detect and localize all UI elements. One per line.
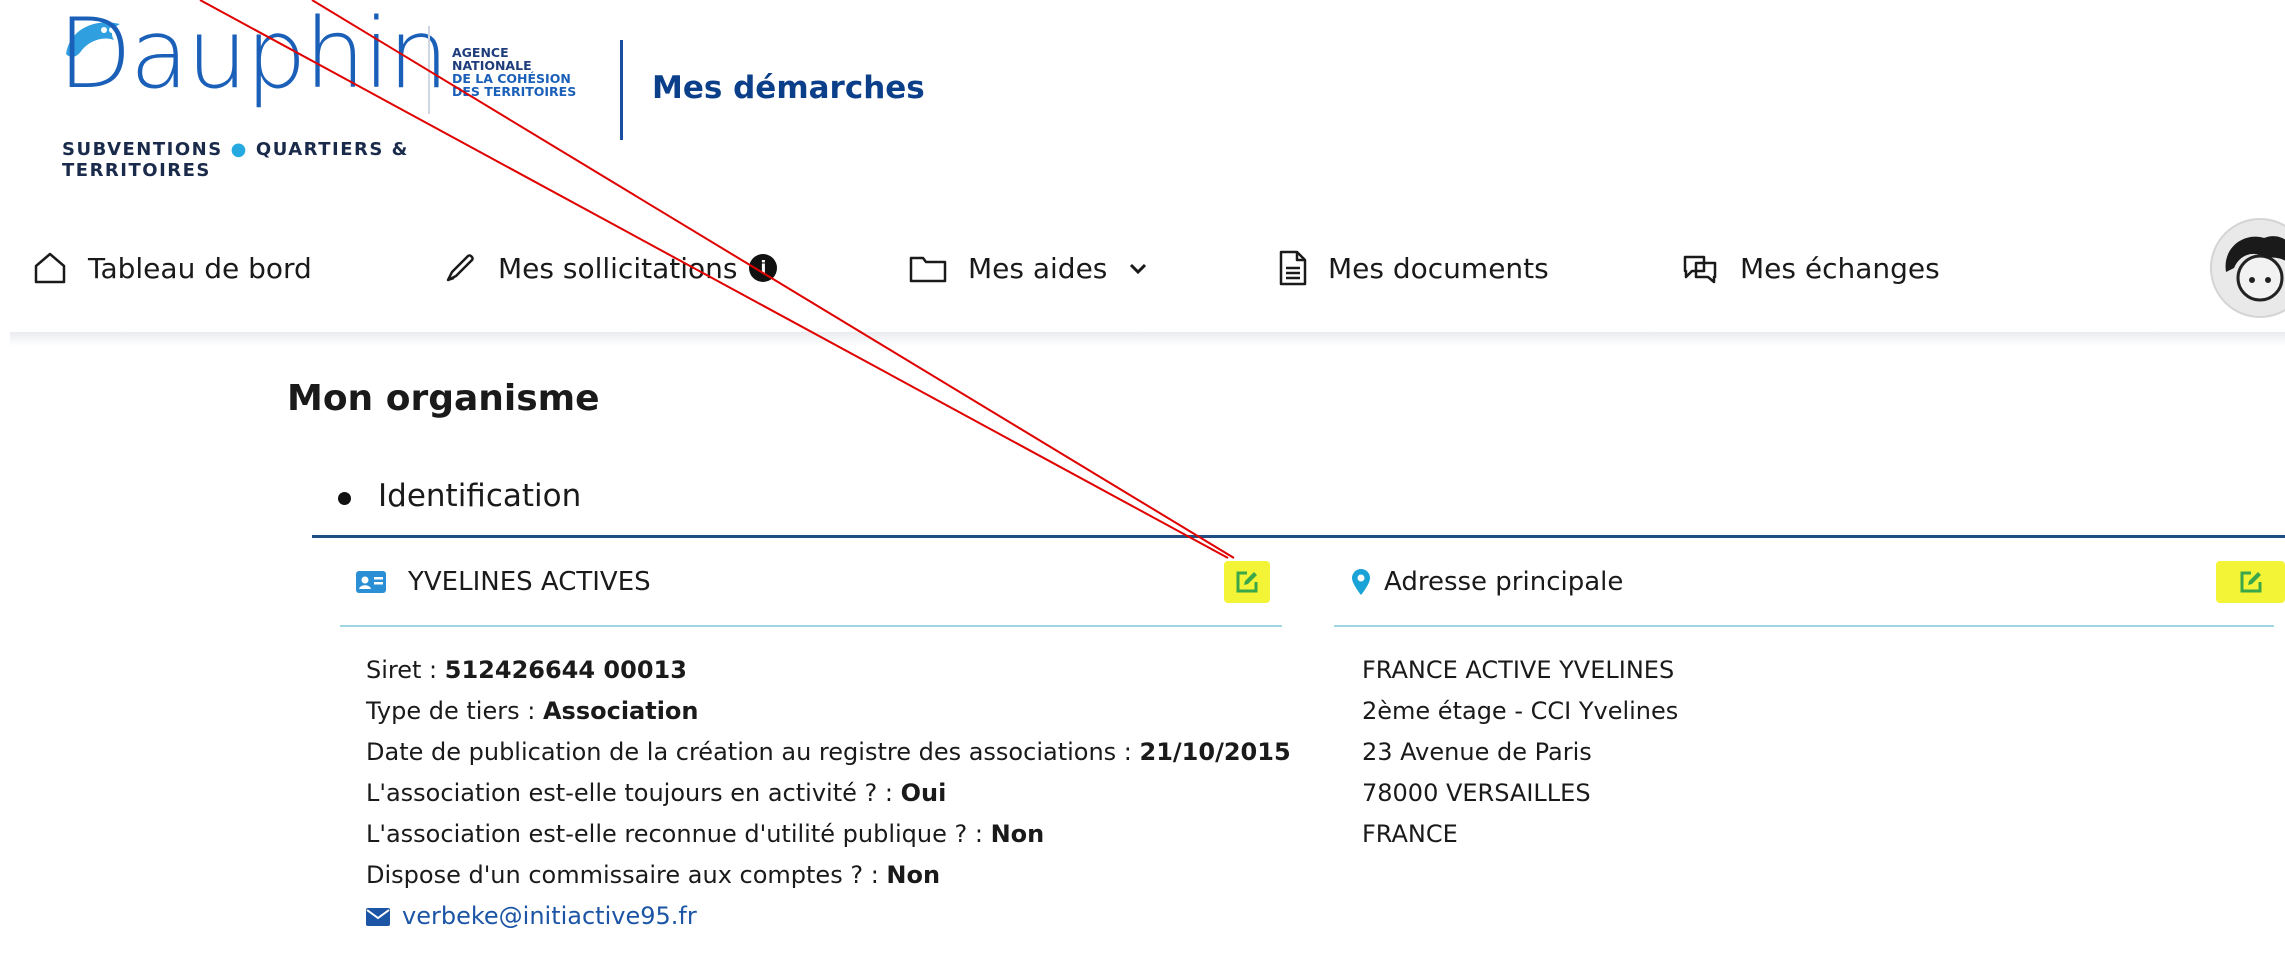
nav-label: Mes documents <box>1328 251 1549 285</box>
type-tiers-value: Association <box>542 697 699 725</box>
title-divider <box>620 40 623 140</box>
edit-icon <box>1236 571 1258 593</box>
pen-icon <box>446 254 474 282</box>
identity-card-title: YVELINES ACTIVES <box>408 567 651 597</box>
folder-icon <box>909 256 947 283</box>
user-avatar[interactable] <box>2210 218 2285 318</box>
activity-row: L'association est-elle toujours en activ… <box>366 779 947 807</box>
nav-label: Mes échanges <box>1740 251 1940 285</box>
logo[interactable]: Dauphin SUBVENTIONS ● QUARTIERS & TERRITOI… <box>0 0 449 181</box>
siret-row: Siret : 512426644 00013 <box>366 656 687 684</box>
publication-date-value: 21/10/2015 <box>1139 738 1291 766</box>
email-text: verbeke@initiactive95.fr <box>402 902 697 930</box>
nav-item-mes-aides[interactable]: Mes aides <box>908 238 1149 298</box>
type-tiers-row: Type de tiers : Association <box>366 697 699 725</box>
tagline-left: SUBVENTIONS <box>62 139 223 160</box>
nav-label: Mes sollicitations <box>498 251 738 285</box>
identity-card-header: YVELINES ACTIVES <box>356 560 1256 604</box>
section-divider <box>312 535 2285 538</box>
nav-item-tableau-de-bord[interactable]: Tableau de bord <box>32 238 312 298</box>
auditor-value: Non <box>886 861 941 889</box>
document-icon <box>1279 250 1307 286</box>
address-card-divider <box>1334 625 2274 627</box>
edit-address-button[interactable] <box>2216 561 2285 603</box>
activity-value: Oui <box>900 779 947 807</box>
siret-value: 512426644 00013 <box>444 656 687 684</box>
email-link[interactable]: verbeke@initiactive95.fr <box>366 896 1291 937</box>
nav-shadow <box>10 332 2285 346</box>
section-bullet-icon <box>338 492 351 505</box>
identity-details: Siret : 512426644 00013 Type de tiers : … <box>366 650 1291 937</box>
logo-divider <box>428 26 430 114</box>
bullet-dot-icon: ● <box>230 139 248 160</box>
app-title[interactable]: Mes démarches <box>652 70 925 106</box>
logo-tagline: SUBVENTIONS ● QUARTIERS & TERRITOIRES <box>62 139 440 181</box>
edit-identity-button[interactable] <box>1224 561 1270 603</box>
page-title: Mon organisme <box>287 378 600 419</box>
auditor-row: Dispose d'un commissaire aux comptes ? :… <box>366 861 941 889</box>
chevron-down-icon <box>1130 263 1147 275</box>
nav-item-mes-echanges[interactable]: Mes échanges <box>1680 238 1940 298</box>
address-line: FRANCE ACTIVE YVELINES <box>1362 656 1675 684</box>
envelope-icon <box>366 907 390 926</box>
agency-logo: AGENCE NATIONALE DE LA COHÉSION DES TERR… <box>452 45 577 99</box>
address-details: FRANCE ACTIVE YVELINES 2ème étage - CCI … <box>1362 650 1678 855</box>
nav-label: Tableau de bord <box>88 251 312 285</box>
identity-card-divider <box>340 625 1282 627</box>
edit-icon <box>2240 571 2261 593</box>
address-card-header: Adresse principale <box>1352 560 2052 604</box>
nav-label: Mes aides <box>968 251 1108 285</box>
main-nav: Tableau de bord Mes sollicitations i Mes… <box>0 238 2285 298</box>
home-icon <box>34 252 66 284</box>
address-line: 2ème étage - CCI Yvelines <box>1362 697 1679 725</box>
address-line: 78000 VERSAILLES <box>1362 779 1591 807</box>
map-pin-icon <box>1352 569 1370 595</box>
nav-item-mes-documents[interactable]: Mes documents <box>1278 238 1549 298</box>
address-line: 23 Avenue de Paris <box>1362 738 1592 766</box>
address-card-title: Adresse principale <box>1384 567 1624 597</box>
address-line: FRANCE <box>1362 820 1458 848</box>
public-utility-value: Non <box>990 820 1045 848</box>
nav-item-mes-sollicitations[interactable]: Mes sollicitations i <box>442 238 778 298</box>
info-badge: i <box>749 254 778 282</box>
logo-wordmark: Dauphin <box>58 0 449 110</box>
public-utility-row: L'association est-elle reconnue d'utilit… <box>366 820 1045 848</box>
section-title: Identification <box>378 478 582 514</box>
id-card-icon <box>356 571 386 593</box>
chat-icon <box>1683 255 1717 284</box>
publication-date-row: Date de publication de la création au re… <box>366 738 1291 766</box>
user-face-icon <box>2225 236 2285 302</box>
